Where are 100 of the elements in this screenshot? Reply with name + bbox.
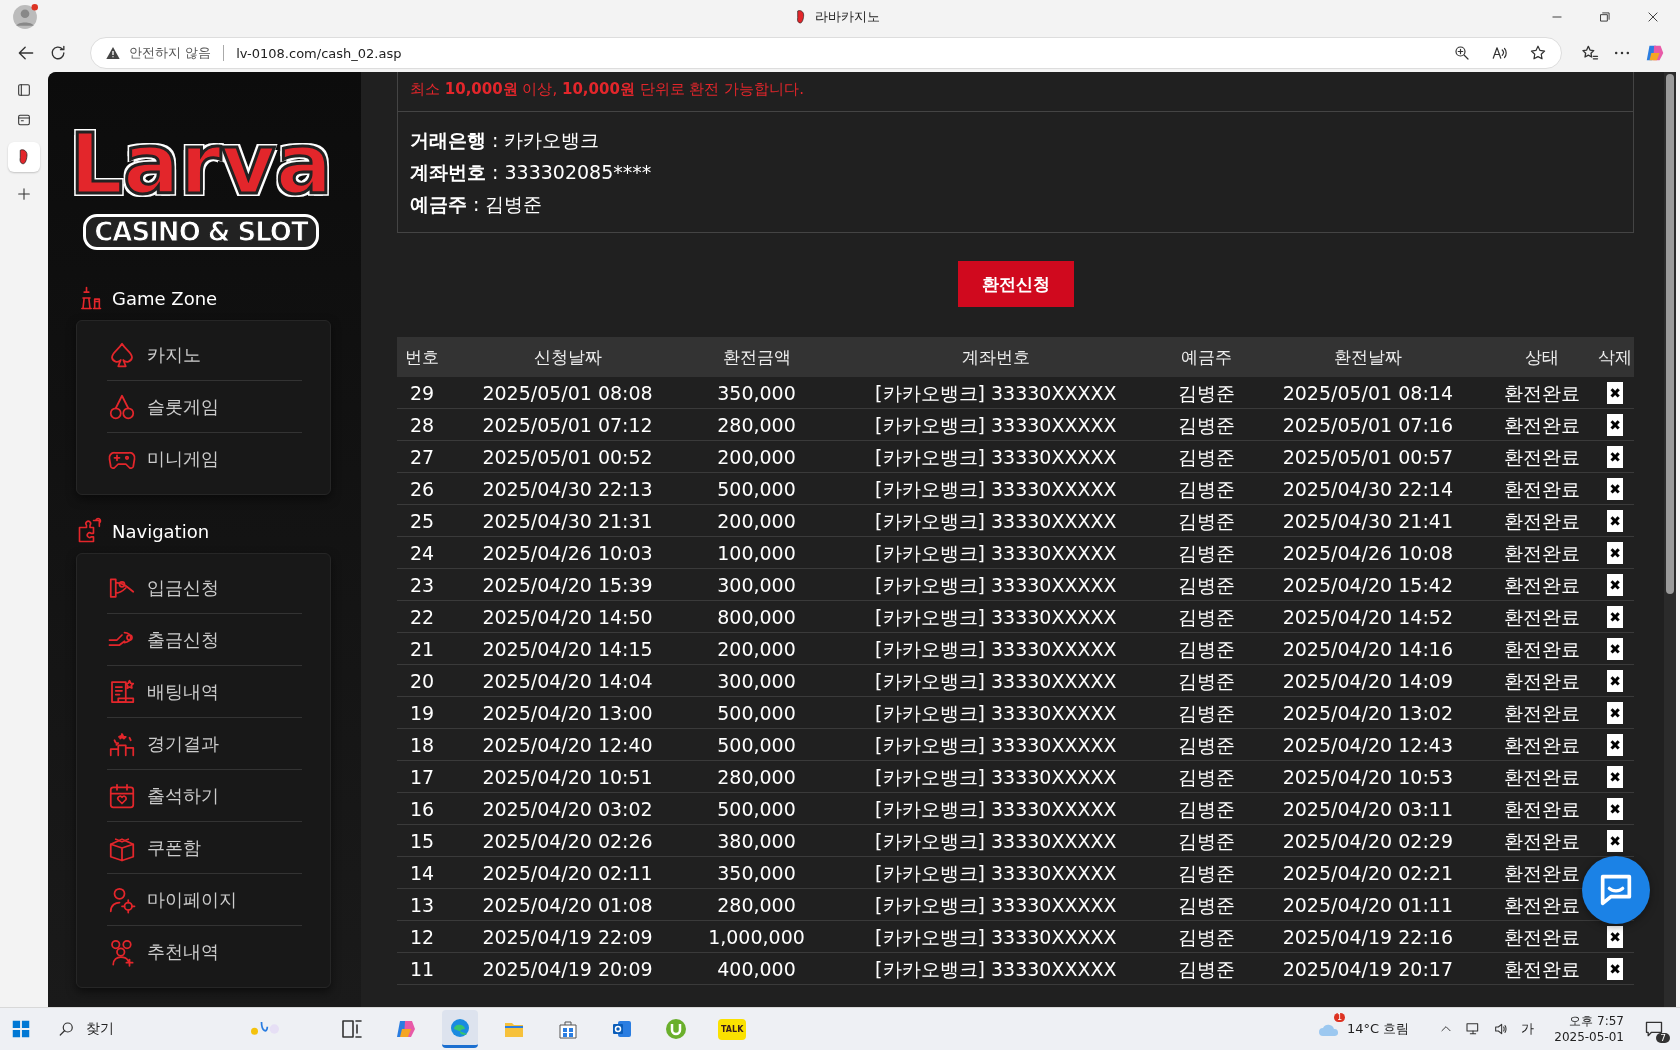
table-cell: [카카오뱅크] 33330XXXXX bbox=[824, 888, 1167, 921]
column-header: 신청날짜 bbox=[447, 337, 689, 377]
delete-button[interactable]: ✖ bbox=[1607, 765, 1623, 788]
star-icon[interactable] bbox=[1529, 44, 1547, 62]
table-cell: 2025/04/20 14:15 bbox=[447, 632, 689, 665]
table-cell: 김병준 bbox=[1166, 536, 1248, 569]
sidebar-item[interactable]: 추천내역 bbox=[107, 926, 302, 977]
table-cell: 2025/04/19 20:17 bbox=[1247, 952, 1489, 985]
profile-avatar-icon[interactable] bbox=[12, 4, 38, 30]
scrollbar-thumb[interactable] bbox=[1666, 74, 1674, 594]
table-cell: [카카오뱅크] 33330XXXXX bbox=[824, 568, 1167, 601]
column-header: 환전금액 bbox=[688, 337, 825, 377]
notification-icon[interactable] bbox=[1644, 1019, 1664, 1039]
address-bar[interactable]: 안전하지 않음 lv-0108.com/cash_02.asp bbox=[90, 37, 1562, 69]
table-cell: 2025/04/30 22:14 bbox=[1247, 472, 1489, 505]
new-tab-icon[interactable] bbox=[16, 186, 32, 202]
table-cell: 2025/04/20 15:42 bbox=[1247, 568, 1489, 601]
sidebar-item[interactable]: 출금신청 bbox=[107, 614, 302, 666]
table-cell: 김병준 bbox=[1166, 600, 1248, 633]
sidebar-item-label: 카지노 bbox=[147, 342, 201, 367]
delete-button[interactable]: ✖ bbox=[1607, 829, 1623, 852]
table-cell: 2025/04/20 13:00 bbox=[447, 696, 689, 729]
delete-button[interactable]: ✖ bbox=[1607, 637, 1623, 660]
zoom-in-icon[interactable] bbox=[1453, 44, 1471, 62]
sidebar-item[interactable]: 카지노 bbox=[107, 329, 302, 381]
table-cell: [카카오뱅크] 33330XXXXX bbox=[824, 408, 1167, 441]
delete-button[interactable]: ✖ bbox=[1607, 477, 1623, 500]
delete-button[interactable]: ✖ bbox=[1607, 509, 1623, 532]
clock-time: 오후 7:57 bbox=[1569, 1013, 1624, 1029]
restore-icon[interactable] bbox=[1598, 10, 1612, 24]
table-cell: 2025/04/20 12:43 bbox=[1247, 728, 1489, 761]
notification-badge: 1 bbox=[1333, 1013, 1345, 1022]
table-cell: 11 bbox=[397, 952, 447, 985]
table-cell: 환전완료 bbox=[1488, 632, 1596, 665]
delete-button[interactable]: ✖ bbox=[1607, 925, 1623, 948]
table-cell: 환전완료 bbox=[1488, 952, 1596, 985]
delete-button[interactable]: ✖ bbox=[1607, 573, 1623, 596]
delete-button[interactable]: ✖ bbox=[1607, 701, 1623, 724]
sidebar-item[interactable]: 경기결과 bbox=[107, 718, 302, 770]
table-cell: 김병준 bbox=[1166, 504, 1248, 537]
table-cell: 2025/04/19 22:09 bbox=[447, 920, 689, 953]
delete-button[interactable]: ✖ bbox=[1607, 541, 1623, 564]
sidebar-item-label: 슬롯게임 bbox=[147, 394, 219, 419]
task-view-icon[interactable] bbox=[340, 1017, 364, 1041]
chat-app-icon[interactable]: TALK bbox=[718, 1018, 747, 1040]
table-cell: 21 bbox=[397, 632, 447, 665]
table-cell: 김병준 bbox=[1166, 856, 1248, 889]
tab-list-icon[interactable] bbox=[16, 112, 32, 128]
delete-button[interactable]: ✖ bbox=[1607, 605, 1623, 628]
delete-button[interactable]: ✖ bbox=[1607, 445, 1623, 468]
sidebar-item-label: 미니게임 bbox=[147, 446, 219, 471]
active-tab[interactable] bbox=[8, 142, 40, 172]
sidebar-item[interactable]: 슬롯게임 bbox=[107, 381, 302, 433]
input-method-indicator[interactable]: 가 bbox=[1521, 1020, 1535, 1038]
table-cell: 환전완료 bbox=[1488, 824, 1596, 857]
sidebar-item[interactable]: 마이페이지 bbox=[107, 874, 302, 926]
close-icon[interactable] bbox=[1646, 10, 1660, 24]
withdraw-request-button[interactable]: 환전신청 bbox=[957, 261, 1074, 307]
table-cell: [카카오뱅크] 33330XXXXX bbox=[824, 824, 1167, 857]
sidebar-item[interactable]: 쿠폰함 bbox=[107, 822, 302, 874]
sidebar-item[interactable]: 미니게임 bbox=[107, 433, 302, 484]
table-cell: 27 bbox=[397, 440, 447, 473]
sidebar-item[interactable]: 출석하기 bbox=[107, 770, 302, 822]
table-cell: 환전완료 bbox=[1488, 664, 1596, 697]
read-aloud-icon[interactable] bbox=[1491, 44, 1509, 62]
window-title: 라바카지노 bbox=[814, 8, 880, 26]
delete-button[interactable]: ✖ bbox=[1607, 669, 1623, 692]
sidebar-item[interactable]: 입금신청 bbox=[107, 562, 302, 614]
table-cell: 2025/04/20 14:09 bbox=[1247, 664, 1489, 697]
scrollbar[interactable] bbox=[1664, 72, 1676, 1007]
table-cell: 280,000 bbox=[688, 888, 825, 921]
tab-actions-icon[interactable] bbox=[16, 82, 32, 98]
table-cell: 500,000 bbox=[688, 696, 825, 729]
clock[interactable]: 오후 7:57 2025-05-01 bbox=[1554, 1013, 1624, 1045]
delete-button[interactable]: ✖ bbox=[1607, 797, 1623, 820]
table-cell: 2025/04/20 02:26 bbox=[447, 824, 689, 857]
table-cell: 2025/04/26 10:03 bbox=[447, 536, 689, 569]
table-cell: 500,000 bbox=[688, 472, 825, 505]
delete-button[interactable]: ✖ bbox=[1607, 381, 1623, 404]
delete-button[interactable]: ✖ bbox=[1607, 733, 1623, 756]
table-cell: 김병준 bbox=[1166, 952, 1248, 985]
torrent-app-icon[interactable] bbox=[664, 1017, 688, 1041]
table-cell: 300,000 bbox=[688, 664, 825, 697]
table-cell: [카카오뱅크] 33330XXXXX bbox=[824, 536, 1167, 569]
sidebar-item[interactable]: 배팅내역 bbox=[107, 666, 302, 718]
favorites-icon[interactable] bbox=[1580, 43, 1600, 63]
table-cell: 2025/04/20 01:08 bbox=[447, 888, 689, 921]
table-cell: 김병준 bbox=[1166, 824, 1248, 857]
sidebar-item-label: 마이페이지 bbox=[147, 887, 237, 912]
table-cell: 100,000 bbox=[688, 536, 825, 569]
table-cell: 김병준 bbox=[1166, 568, 1248, 601]
delete-button[interactable]: ✖ bbox=[1607, 957, 1623, 980]
windows-start-icon[interactable] bbox=[10, 1018, 32, 1040]
table-cell: 15 bbox=[397, 824, 447, 857]
table-cell: [카카오뱅크] 33330XXXXX bbox=[824, 920, 1167, 953]
search-field[interactable]: 찾기 bbox=[50, 1012, 316, 1046]
table-cell: 김병준 bbox=[1166, 888, 1248, 921]
speaker-icon[interactable] bbox=[1493, 1021, 1510, 1037]
delete-button[interactable]: ✖ bbox=[1607, 413, 1623, 436]
table-cell: 2025/04/20 14:52 bbox=[1247, 600, 1489, 633]
